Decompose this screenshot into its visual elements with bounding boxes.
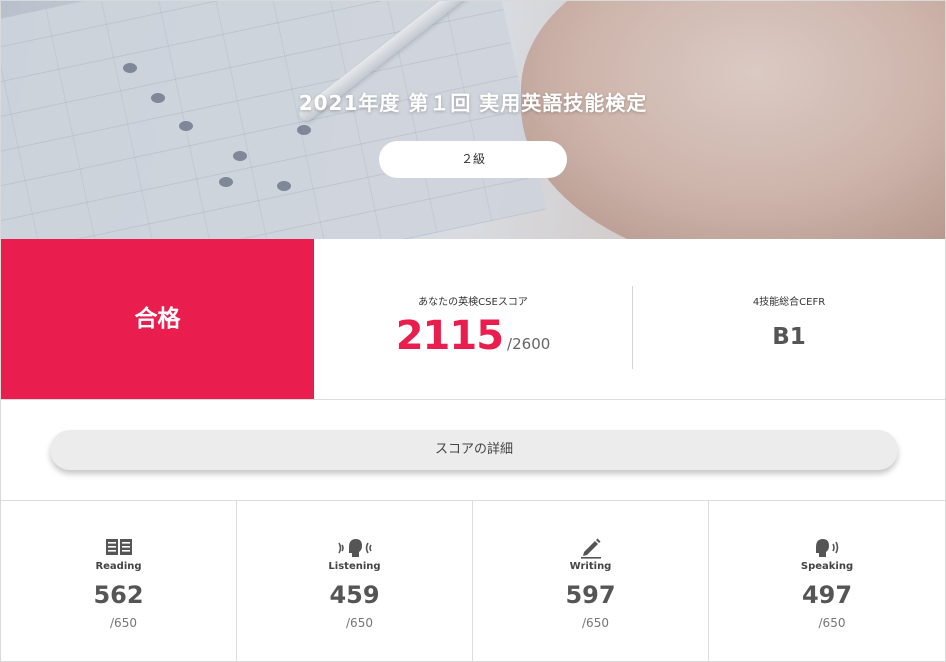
skill-max: /650 <box>818 616 846 630</box>
skill-max: /650 <box>110 616 137 630</box>
score-detail-button[interactable]: スコアの詳細 <box>50 430 898 470</box>
skill-name: Speaking <box>800 561 854 572</box>
hero-banner: 2021年度 第１回 実用英語技能検定 ２級 <box>1 1 945 239</box>
skill-card-listening: Listening 459 /650 <box>237 501 473 662</box>
pencil-icon <box>473 537 708 559</box>
exam-title: 2021年度 第１回 実用英語技能検定 <box>298 91 648 115</box>
skill-name: Writing <box>569 561 612 572</box>
cse-score-block: あなたの英検CSEスコア 2115/2600 <box>314 239 632 399</box>
grade-badge: ２級 <box>379 141 567 178</box>
result-summary: 合格 あなたの英検CSEスコア 2115/2600 4技能総合CEFR B1 <box>1 239 945 400</box>
cse-score-label: あなたの英検CSEスコア <box>418 297 528 308</box>
score-report-page: 2021年度 第１回 実用英語技能検定 ２級 合格 あなたの英検CSEスコア 2… <box>0 0 946 662</box>
cefr-block: 4技能総合CEFR B1 <box>633 239 945 399</box>
skill-card-writing: Writing 597 /650 <box>473 501 709 662</box>
speaking-icon <box>709 537 945 559</box>
skill-name: Reading <box>95 561 142 572</box>
skill-max: /650 <box>582 616 609 630</box>
cse-score-max: /2600 <box>507 335 551 353</box>
skill-scores: Reading 562 /650 Listening 459 /650 Writ… <box>1 501 945 662</box>
cefr-label: 4技能総合CEFR <box>752 297 826 308</box>
skill-card-reading: Reading 562 /650 <box>1 501 237 662</box>
cefr-value: B1 <box>772 324 806 350</box>
book-icon <box>1 537 236 559</box>
detail-section: スコアの詳細 <box>1 400 945 501</box>
skill-score: 597 <box>565 581 616 609</box>
skill-name: Listening <box>328 561 381 572</box>
listening-icon <box>237 537 472 559</box>
skill-max: /650 <box>346 616 373 630</box>
skill-card-speaking: Speaking 497 /650 <box>709 501 945 662</box>
skill-score: 497 <box>801 581 853 609</box>
pass-status: 合格 <box>1 239 314 399</box>
skill-score: 459 <box>329 581 380 609</box>
cse-score-value: 2115 <box>395 313 504 359</box>
skill-score: 562 <box>93 581 144 609</box>
